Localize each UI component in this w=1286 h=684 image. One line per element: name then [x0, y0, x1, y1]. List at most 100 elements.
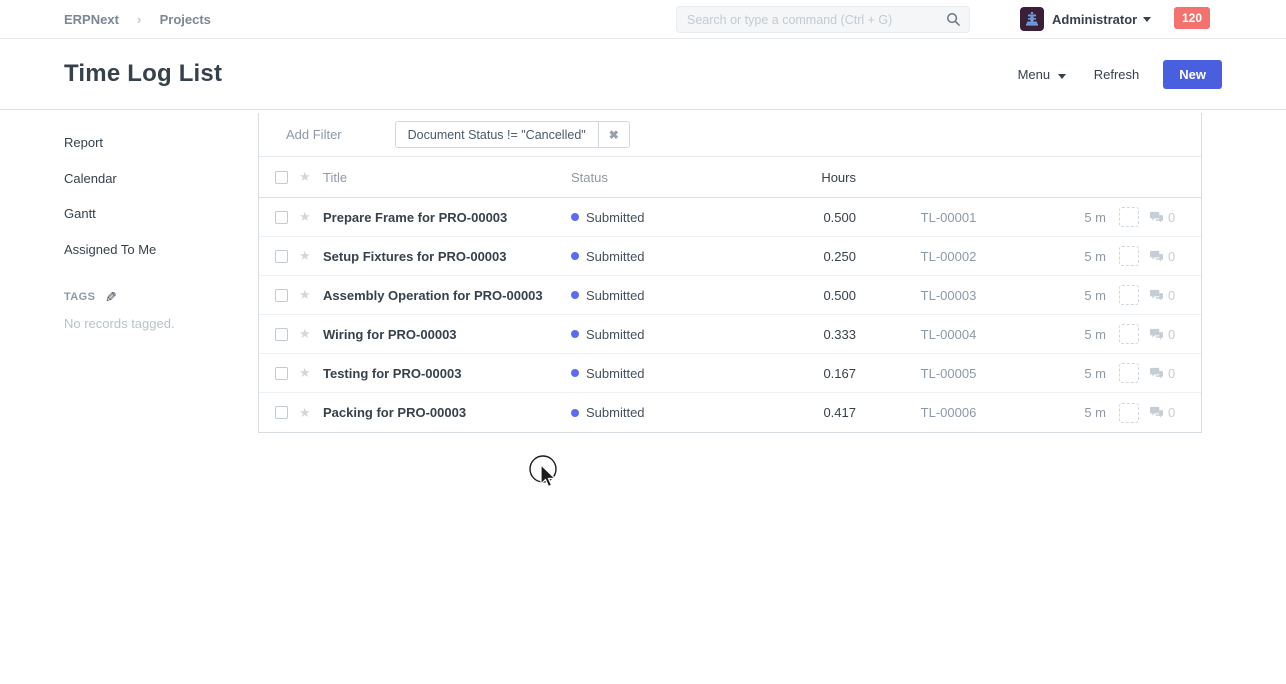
row-id[interactable]: TL-00006 — [856, 405, 1041, 420]
user-menu[interactable]: Administrator — [1020, 7, 1151, 31]
sidebar-item-gantt[interactable]: Gantt — [64, 202, 258, 227]
row-id[interactable]: TL-00005 — [856, 366, 1041, 381]
menu-button-label: Menu — [1018, 67, 1051, 82]
table-row[interactable]: ★ Assembly Operation for PRO-00003 Submi… — [259, 276, 1201, 315]
comment-count[interactable]: 0 — [1149, 210, 1201, 225]
row-checkbox[interactable] — [275, 211, 288, 224]
comment-icon — [1149, 250, 1164, 263]
comment-count-value: 0 — [1168, 210, 1175, 225]
avatar — [1020, 7, 1044, 31]
status-dot-icon — [571, 330, 579, 338]
row-checkbox[interactable] — [275, 367, 288, 380]
assign-placeholder[interactable] — [1119, 285, 1139, 305]
assign-placeholder[interactable] — [1119, 363, 1139, 383]
row-id[interactable]: TL-00001 — [856, 210, 1041, 225]
sidebar-item-calendar[interactable]: Calendar — [64, 167, 258, 192]
star-icon[interactable]: ★ — [299, 365, 323, 381]
row-checkbox[interactable] — [275, 250, 288, 263]
row-id[interactable]: TL-00002 — [856, 249, 1041, 264]
table-row[interactable]: ★ Testing for PRO-00003 Submitted 0.167 … — [259, 354, 1201, 393]
comment-count-value: 0 — [1168, 366, 1175, 381]
new-button[interactable]: New — [1163, 60, 1222, 89]
row-check-cell — [275, 367, 299, 380]
sidebar-item-report[interactable]: Report — [64, 131, 258, 156]
comment-count-value: 0 — [1168, 327, 1175, 342]
status-label: Submitted — [586, 210, 645, 225]
assign-placeholder[interactable] — [1119, 207, 1139, 227]
filter-row: Add Filter Document Status != "Cancelled… — [259, 113, 1201, 157]
row-id[interactable]: TL-00003 — [856, 288, 1041, 303]
row-check-cell — [275, 289, 299, 302]
assign-placeholder[interactable] — [1119, 246, 1139, 266]
table-row[interactable]: ★ Packing for PRO-00003 Submitted 0.417 … — [259, 393, 1201, 432]
brand-link[interactable]: ERPNext — [64, 12, 119, 27]
status-label: Submitted — [586, 288, 645, 303]
star-icon[interactable]: ★ — [299, 287, 323, 303]
row-checkbox[interactable] — [275, 328, 288, 341]
row-title-link[interactable]: Wiring for PRO-00003 — [323, 327, 457, 342]
row-checkbox[interactable] — [275, 406, 288, 419]
row-id[interactable]: TL-00004 — [856, 327, 1041, 342]
page-head: Time Log List Menu Refresh New — [0, 39, 1286, 110]
list-header-row: ★ Title Status Hours — [259, 157, 1201, 198]
row-title-link[interactable]: Setup Fixtures for PRO-00003 — [323, 249, 507, 264]
star-icon[interactable]: ★ — [299, 209, 323, 225]
star-icon[interactable]: ★ — [299, 405, 323, 421]
row-title-link[interactable]: Prepare Frame for PRO-00003 — [323, 210, 507, 225]
menu-button[interactable]: Menu — [1018, 67, 1066, 82]
row-title-link[interactable]: Packing for PRO-00003 — [323, 405, 466, 420]
chevron-right-icon: › — [137, 11, 142, 27]
status-label: Submitted — [586, 405, 645, 420]
list-sidebar: Report Calendar Gantt Assigned To Me TAG… — [64, 113, 258, 433]
refresh-button[interactable]: Refresh — [1094, 67, 1140, 82]
comment-count[interactable]: 0 — [1149, 405, 1201, 420]
comment-count[interactable]: 0 — [1149, 288, 1201, 303]
row-title-link[interactable]: Testing for PRO-00003 — [323, 366, 461, 381]
notification-badge[interactable]: 120 — [1174, 7, 1210, 29]
row-status: Submitted — [571, 249, 741, 264]
search-input[interactable] — [687, 13, 946, 27]
status-dot-icon — [571, 409, 579, 417]
row-status: Submitted — [571, 366, 741, 381]
star-icon[interactable]: ★ — [299, 248, 323, 264]
status-label: Submitted — [586, 327, 645, 342]
caret-down-icon — [1143, 17, 1151, 22]
row-modified: 5 m — [1041, 249, 1106, 264]
comment-count-value: 0 — [1168, 249, 1175, 264]
row-title-link[interactable]: Assembly Operation for PRO-00003 — [323, 288, 543, 303]
edit-tags-pencil-icon[interactable]: ✎ — [105, 289, 117, 306]
breadcrumb-projects[interactable]: Projects — [160, 12, 211, 27]
row-status: Submitted — [571, 327, 741, 342]
assign-placeholder[interactable] — [1119, 324, 1139, 344]
table-row[interactable]: ★ Wiring for PRO-00003 Submitted 0.333 T… — [259, 315, 1201, 354]
table-row[interactable]: ★ Setup Fixtures for PRO-00003 Submitted… — [259, 237, 1201, 276]
row-status: Submitted — [571, 405, 741, 420]
star-icon[interactable]: ★ — [299, 326, 323, 342]
header-check-cell — [275, 171, 299, 184]
row-checkbox[interactable] — [275, 289, 288, 302]
comment-count-value: 0 — [1168, 288, 1175, 303]
table-row[interactable]: ★ Prepare Frame for PRO-00003 Submitted … — [259, 198, 1201, 237]
row-status: Submitted — [571, 288, 741, 303]
star-icon: ★ — [299, 169, 323, 185]
status-label: Submitted — [586, 249, 645, 264]
caret-down-icon — [1058, 74, 1066, 79]
column-title: Title — [323, 170, 571, 185]
select-all-checkbox[interactable] — [275, 171, 288, 184]
column-status: Status — [571, 170, 741, 185]
status-dot-icon — [571, 369, 579, 377]
comment-count[interactable]: 0 — [1149, 327, 1201, 342]
add-filter-button[interactable]: Add Filter — [286, 127, 342, 142]
filter-remove-close-icon[interactable]: ✖ — [598, 122, 629, 147]
comment-count[interactable]: 0 — [1149, 249, 1201, 264]
global-search[interactable] — [676, 6, 970, 33]
row-check-cell — [275, 328, 299, 341]
filter-chip-label[interactable]: Document Status != "Cancelled" — [396, 122, 598, 147]
status-dot-icon — [571, 252, 579, 260]
assign-placeholder[interactable] — [1119, 403, 1139, 423]
comment-count[interactable]: 0 — [1149, 366, 1201, 381]
search-icon[interactable] — [946, 12, 961, 27]
row-modified: 5 m — [1041, 288, 1106, 303]
tags-section-header: TAGS ✎ — [64, 289, 258, 306]
sidebar-item-assigned-to-me[interactable]: Assigned To Me — [64, 238, 258, 263]
